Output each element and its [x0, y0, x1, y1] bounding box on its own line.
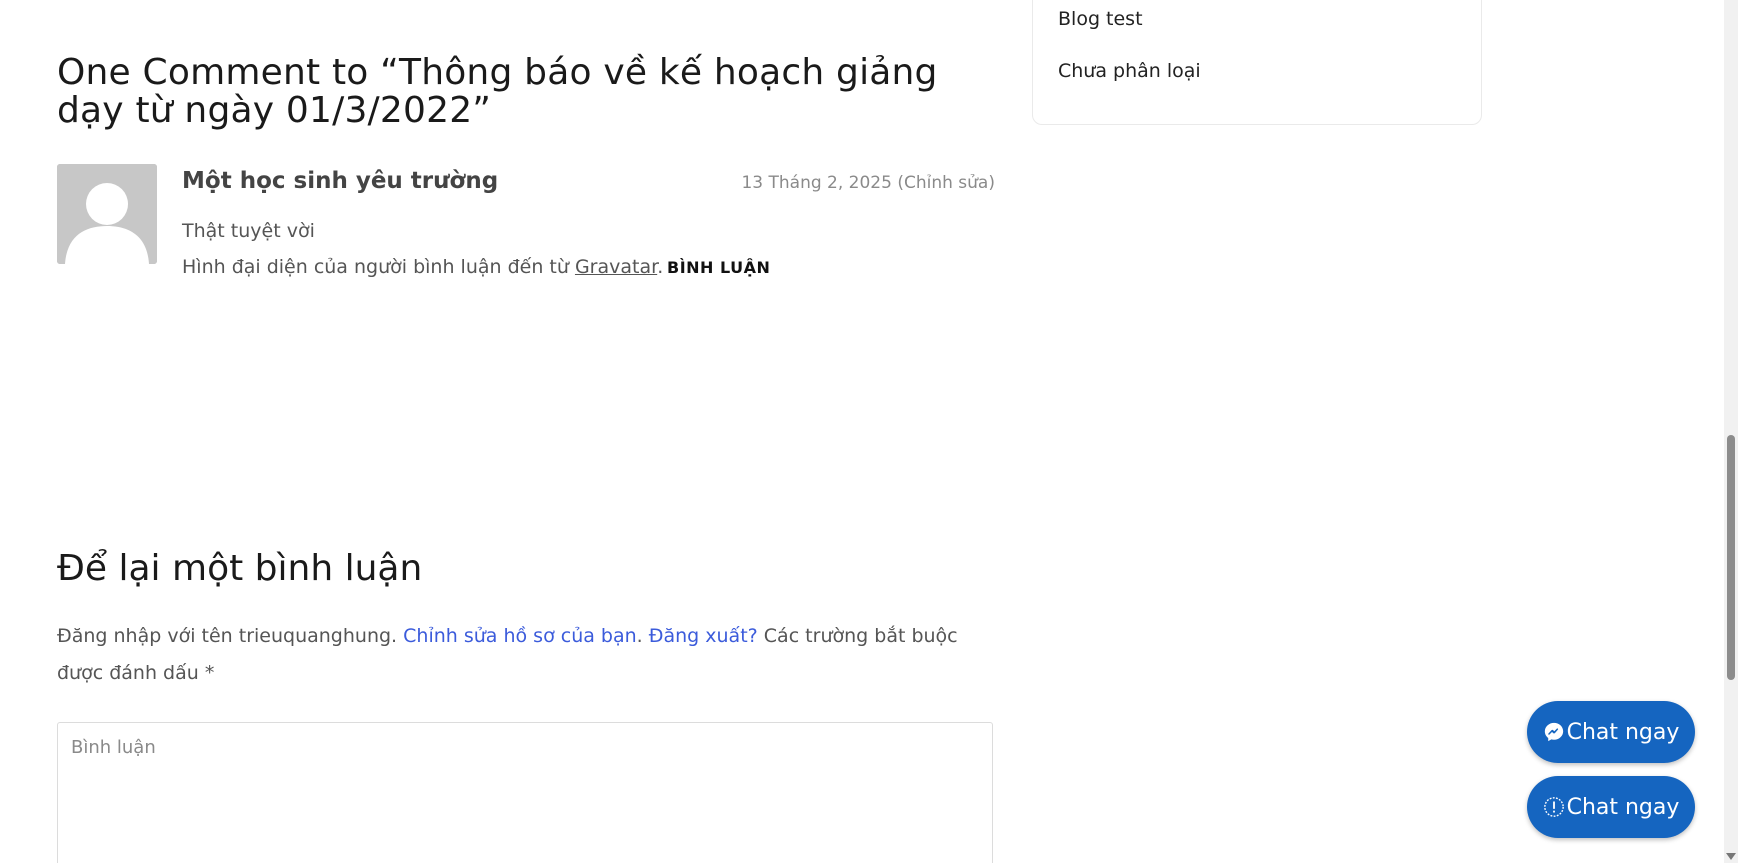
scrollbar-thumb[interactable] [1727, 435, 1735, 680]
messenger-icon [1543, 721, 1565, 743]
gravatar-note-suffix: . [657, 256, 664, 278]
scroll-down-arrow-icon[interactable] [1725, 851, 1737, 861]
logged-in-prefix: Đăng nhập với tên trieuquanghung. [57, 625, 404, 647]
category-item: Blog test [1058, 8, 1201, 60]
category-item: Chưa phân loại [1058, 60, 1201, 112]
gravatar-note: Hình đại diện của người bình luận đến từ… [182, 256, 663, 278]
logged-in-separator: . [636, 625, 649, 647]
category-list: Blog test Chưa phân loại [1058, 8, 1201, 112]
reply-button[interactable]: BÌNH LUẬN [667, 258, 770, 277]
category-link-uncategorized[interactable]: Chưa phân loại [1058, 60, 1201, 82]
comment-textarea[interactable] [57, 722, 993, 863]
chat-zalo-label: Chat ngay [1566, 794, 1680, 820]
edit-close-paren: ) [988, 173, 995, 193]
comment-author: Một học sinh yêu trường [182, 168, 499, 194]
sidebar-categories-widget: Blog test Chưa phân loại [1032, 0, 1482, 125]
gravatar-link[interactable]: Gravatar [575, 256, 657, 278]
reply-title: Để lại một bình luận [57, 548, 423, 589]
edit-profile-link[interactable]: Chỉnh sửa hồ sơ của bạn [403, 625, 637, 647]
category-link-blog-test[interactable]: Blog test [1058, 8, 1143, 30]
comment-meta: 13 Tháng 2, 2025 (Chỉnh sửa) [741, 173, 995, 193]
gravatar-note-prefix: Hình đại diện của người bình luận đến từ [182, 256, 575, 278]
page: One Comment to “Thông báo về kế hoạch gi… [0, 0, 1738, 863]
chat-zalo-button[interactable]: Chat ngay [1527, 776, 1695, 838]
edit-comment-link[interactable]: Chỉnh sửa [904, 173, 988, 193]
logged-in-as: Đăng nhập với tên trieuquanghung. Chỉnh … [57, 618, 995, 692]
comment-date-link[interactable]: 13 Tháng 2, 2025 [741, 173, 891, 193]
comment-item: Một học sinh yêu trường 13 Tháng 2, 2025… [57, 164, 995, 524]
vertical-scrollbar[interactable] [1724, 0, 1738, 863]
chat-messenger-label: Chat ngay [1566, 719, 1680, 745]
logout-link[interactable]: Đăng xuất? [649, 625, 758, 647]
required-mark: * [204, 662, 215, 684]
chat-messenger-button[interactable]: Chat ngay [1527, 701, 1695, 763]
comments-title: One Comment to “Thông báo về kế hoạch gi… [57, 52, 938, 131]
edit-open-paren: ( [897, 173, 904, 193]
avatar [57, 164, 157, 264]
zalo-icon [1543, 796, 1565, 818]
default-avatar-icon [57, 164, 157, 264]
comment-text: Thật tuyệt vời [182, 220, 315, 242]
